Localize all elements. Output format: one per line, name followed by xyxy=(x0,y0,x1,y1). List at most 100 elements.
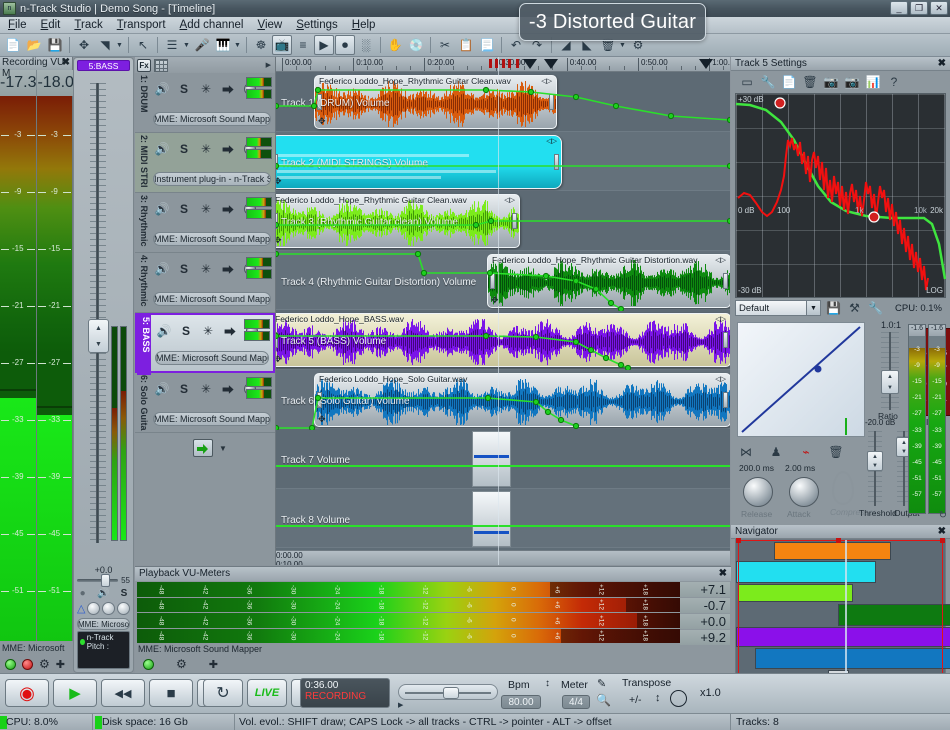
clip-move-handle[interactable]: ✥ xyxy=(318,116,326,127)
fx-icon[interactable]: ✳ xyxy=(195,259,217,279)
navigator-resize-handle[interactable] xyxy=(736,538,741,543)
chevron-down-icon[interactable]: ▼ xyxy=(219,444,227,453)
gear-icon[interactable]: ⚙ xyxy=(39,657,50,671)
navigator-resize-handle[interactable] xyxy=(836,538,841,543)
navigator-resize-handle[interactable] xyxy=(940,538,945,543)
copy-icon[interactable]: 📋 xyxy=(456,35,476,55)
monitor-led-icon[interactable] xyxy=(143,659,154,670)
clip-fade-handles[interactable]: ◁▷ xyxy=(715,256,726,264)
clip-resize-handle-right[interactable] xyxy=(723,392,728,408)
attack-knob[interactable] xyxy=(789,477,819,507)
open-folder-icon[interactable]: 📂 xyxy=(24,35,44,55)
piano-roll-icon[interactable]: ░ xyxy=(356,35,376,55)
input-icon[interactable]: ⮕ xyxy=(219,321,241,341)
input-icon[interactable]: ⮕ xyxy=(217,139,239,159)
empty-clip[interactable] xyxy=(472,491,511,547)
clip-resize-handle-left[interactable] xyxy=(490,273,495,289)
solo-icon[interactable]: S xyxy=(173,259,195,279)
menu-item-help[interactable]: Help xyxy=(352,19,376,31)
close-button[interactable]: ✕ xyxy=(930,1,948,15)
snapshot-icon[interactable]: 📊 xyxy=(865,74,881,90)
envelope-node[interactable] xyxy=(727,218,730,223)
menu-item-file[interactable]: File xyxy=(8,19,27,31)
chevron-right-icon[interactable]: ▶ xyxy=(266,61,271,69)
fx-icon[interactable]: ✳ xyxy=(197,321,219,341)
add-midi-dropdown-arrow-icon[interactable]: ▼ xyxy=(234,42,242,49)
input-icon[interactable]: ⮕ xyxy=(217,79,239,99)
region-marker-icon[interactable] xyxy=(699,59,713,69)
volume-fader-handle[interactable]: ▲▼ xyxy=(88,319,109,353)
audio-clip[interactable]: Federico Loddo_Hope_Rhythmic Guitar Dist… xyxy=(487,254,730,308)
track-header-5[interactable]: 5: BASS🔊S✳⮕MME: Microsoft Sound Mapper xyxy=(135,313,275,373)
clip-resize-handle-right[interactable] xyxy=(549,94,554,110)
timeline-lane-2[interactable]: ◁▷✥Track 2 (MIDI STRINGS) Volume xyxy=(276,132,730,192)
input-icon[interactable]: ⮕ xyxy=(217,259,239,279)
mute-icon[interactable]: 🔊 xyxy=(151,199,173,219)
stop-button[interactable]: ■ xyxy=(149,679,193,707)
transpose-stepper-icon[interactable]: ↕ xyxy=(655,692,661,704)
add-track-control[interactable]: ▼ xyxy=(193,439,227,457)
clip-move-handle[interactable]: ✥ xyxy=(276,354,282,365)
pan-slider-rail[interactable] xyxy=(77,579,118,582)
track-device-label[interactable]: Instrument plug-in - n-Track Strings xyxy=(153,172,271,186)
rewind-button[interactable]: ◀◀ xyxy=(101,679,145,707)
mute-icon[interactable]: 🔊 xyxy=(151,379,173,399)
mute-icon[interactable]: 🔊 xyxy=(97,588,109,599)
envelope-node[interactable] xyxy=(727,163,730,168)
region-marker-icon[interactable] xyxy=(544,59,558,69)
bpm-field[interactable]: 80.00 xyxy=(501,695,541,709)
loop-marker-icon[interactable] xyxy=(502,59,505,68)
timeline-lane-7[interactable]: Track 7 Volume xyxy=(276,429,730,489)
chevron-down-icon[interactable]: ▼ xyxy=(806,301,820,315)
solo-icon[interactable]: S xyxy=(173,79,195,99)
empty-clip[interactable] xyxy=(472,431,511,487)
time-display-panel[interactable]: 0:36.00 RECORDING xyxy=(300,678,390,708)
new-file-icon[interactable]: 📄 xyxy=(3,35,23,55)
delete-dropdown-arrow-icon[interactable]: ▼ xyxy=(619,42,627,49)
grid-toggle-button[interactable] xyxy=(154,59,168,72)
trash-icon[interactable]: 🗑 xyxy=(802,74,818,90)
navigator-view-rect[interactable] xyxy=(738,540,943,688)
add-midi-track-icon[interactable]: 🎹 xyxy=(213,35,233,55)
strip-fx-list[interactable]: n-Track Pitch : xyxy=(77,631,130,669)
list-view-icon[interactable]: ≡ xyxy=(293,35,313,55)
fx-icon[interactable]: ✳ xyxy=(195,79,217,99)
clip-resize-handle-left[interactable] xyxy=(276,213,278,229)
preset-select[interactable]: Default ▼ xyxy=(735,300,821,316)
loop-marker-icon[interactable] xyxy=(508,59,511,68)
navigator-canvas[interactable] xyxy=(735,539,946,694)
input-icon[interactable]: ⮕ xyxy=(217,199,239,219)
menu-item-settings[interactable]: Settings xyxy=(296,19,338,31)
recording-devices-icon[interactable]: ⏺ xyxy=(335,35,355,55)
save-icon[interactable]: 💾 xyxy=(45,35,65,55)
region-marker-icon[interactable] xyxy=(523,59,537,69)
menu-item-add-channel[interactable]: Add channel xyxy=(180,19,244,31)
envelope-node[interactable] xyxy=(276,251,279,256)
threshold-slider-handle[interactable]: ▲▼ xyxy=(867,451,883,471)
expand-icon[interactable]: ✚ xyxy=(209,658,218,671)
track-device-label[interactable]: MME: Microsoft Sound Mapper xyxy=(155,351,269,365)
clip-resize-handle-left[interactable] xyxy=(276,332,278,348)
loop-marker-icon[interactable] xyxy=(516,59,519,68)
wrench-icon[interactable]: 🔧 xyxy=(760,74,776,90)
compressor-transfer-graph[interactable] xyxy=(737,322,865,437)
clip-fade-handles[interactable]: ◁▷ xyxy=(715,375,726,383)
playback-devices-icon[interactable]: ▶ xyxy=(314,35,334,55)
position-slider[interactable] xyxy=(398,684,498,700)
fx-toggle-button[interactable]: Fx xyxy=(137,59,151,72)
timeline-lane-4[interactable]: Federico Loddo_Hope_Rhythmic Guitar Dist… xyxy=(276,251,730,311)
track-header-6[interactable]: 6: Solo Guita🔊S✳⮕MME: Microsoft Sound Ma… xyxy=(135,373,275,433)
refresh-icon[interactable]: ↻ xyxy=(939,510,947,521)
preset-icon[interactable]: ♟ xyxy=(767,445,785,459)
clip-resize-handle-right[interactable] xyxy=(723,273,728,289)
bpm-stepper-icon[interactable]: ↕ xyxy=(545,678,550,689)
curve-icon[interactable]: ⌁ xyxy=(797,445,815,459)
clip-resize-handle-right[interactable] xyxy=(723,332,728,348)
add-track-dropdown-arrow-icon[interactable]: ▼ xyxy=(183,42,191,49)
envelope-node[interactable] xyxy=(421,270,426,275)
close-icon[interactable]: ✖ xyxy=(938,57,946,71)
eq-scale-mode-label[interactable]: LOG xyxy=(926,286,943,295)
timeline-lane-6[interactable]: Federico Loddo_Hope_Solo Guitar.wav◁▷✥Tr… xyxy=(276,370,730,430)
record-button[interactable]: ◉ xyxy=(5,679,49,707)
close-icon[interactable]: ✖ xyxy=(719,567,727,581)
